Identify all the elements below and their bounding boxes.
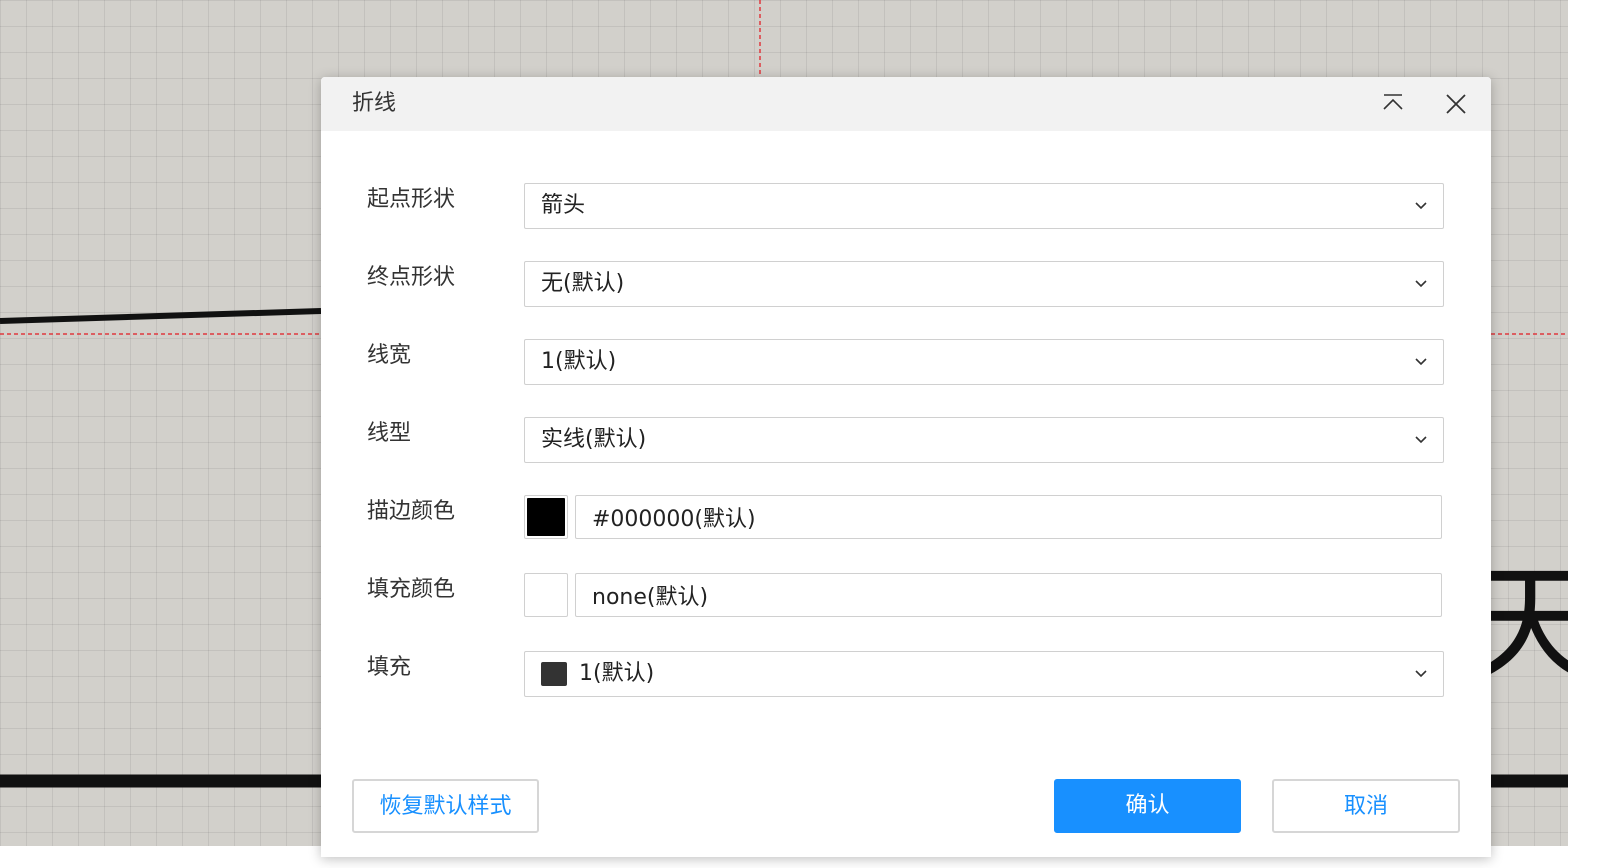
fill-color-label: 填充颜色 [367, 577, 456, 602]
chevron-up-icon [1383, 94, 1403, 110]
fill-pattern-swatch [541, 662, 567, 686]
line-type-value: 实线(默认) [541, 427, 647, 452]
start-shape-select[interactable]: 箭头 [524, 183, 1444, 229]
stroke-color-swatch[interactable] [524, 495, 568, 539]
confirm-button[interactable]: 确认 [1054, 779, 1241, 833]
style-dialog: 折线 起点形状 箭头 终点形状 无(默认) 线宽 1(默认) 线型 实线(默认)… [321, 77, 1491, 857]
chevron-down-icon [1415, 670, 1427, 678]
stroke-color-swatch-fill [527, 498, 565, 536]
line-width-value: 1(默认) [541, 349, 617, 374]
dialog-header[interactable]: 折线 [321, 77, 1491, 131]
form-row-start-shape: 起点形状 箭头 [321, 183, 1491, 231]
line-width-select[interactable]: 1(默认) [524, 339, 1444, 385]
reset-default-style-button[interactable]: 恢复默认样式 [352, 779, 539, 833]
line-type-label: 线型 [367, 421, 412, 446]
chevron-down-icon [1415, 358, 1427, 366]
form-row-fill: 填充 1(默认) [321, 651, 1491, 699]
dialog-title: 折线 [352, 91, 397, 116]
collapse-button[interactable] [1378, 89, 1408, 119]
form-row-line-type: 线型 实线(默认) [321, 417, 1491, 465]
fill-label: 填充 [367, 655, 412, 680]
fill-color-swatch[interactable] [524, 573, 568, 617]
line-type-select[interactable]: 实线(默认) [524, 417, 1444, 463]
chevron-down-icon [1415, 202, 1427, 210]
form-row-fill-color: 填充颜色 [321, 573, 1491, 621]
end-shape-select[interactable]: 无(默认) [524, 261, 1444, 307]
start-shape-value: 箭头 [541, 193, 586, 218]
close-button[interactable] [1441, 89, 1471, 119]
line-width-label: 线宽 [367, 343, 412, 368]
fill-color-swatch-fill [527, 576, 565, 614]
close-icon [1446, 94, 1466, 114]
stroke-color-label: 描边颜色 [367, 499, 456, 524]
stroke-color-input[interactable] [575, 495, 1442, 539]
end-shape-value: 无(默认) [541, 271, 625, 296]
form-row-line-width: 线宽 1(默认) [321, 339, 1491, 387]
chevron-down-icon [1415, 436, 1427, 444]
chevron-down-icon [1415, 280, 1427, 288]
form-row-end-shape: 终点形状 无(默认) [321, 261, 1491, 309]
polyline-shape [0, 308, 322, 324]
fill-select[interactable]: 1(默认) [524, 651, 1444, 697]
start-shape-label: 起点形状 [367, 187, 456, 212]
fill-value: 1(默认) [579, 661, 655, 686]
cancel-button[interactable]: 取消 [1272, 779, 1460, 833]
end-shape-label: 终点形状 [367, 265, 456, 290]
form-row-stroke-color: 描边颜色 [321, 495, 1491, 543]
fill-color-input[interactable] [575, 573, 1442, 617]
